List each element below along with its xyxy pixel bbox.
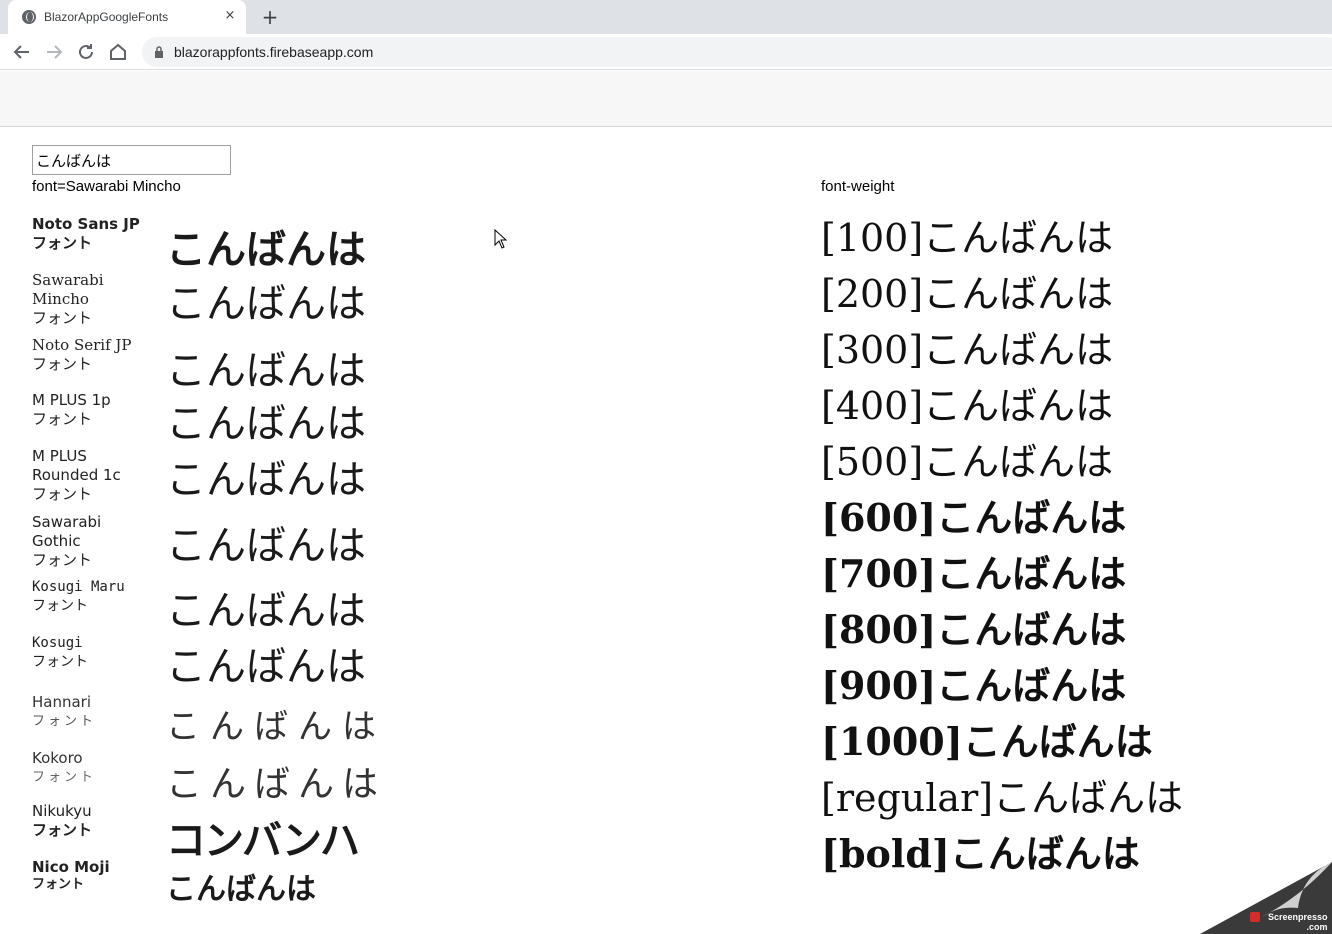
font-sample: こんばんは [166, 281, 366, 327]
font-label: Sawarabi Mincho フォント [32, 271, 122, 328]
font-label: Noto Serif JP フォント [32, 336, 157, 374]
font-label: Noto Sans JP フォント [32, 215, 157, 253]
font-sub: フォント [32, 355, 93, 373]
font-sub: フォント [32, 551, 93, 569]
font-weight-title: font-weight [821, 178, 895, 195]
weight-row-600: [600]こんばんは [821, 495, 1127, 540]
font-name: Hannari [32, 693, 92, 711]
forward-arrow-icon [47, 45, 63, 59]
font-sub: フォント [32, 714, 97, 729]
address-bar[interactable]: blazorappfonts.firebaseapp.com [142, 37, 1332, 67]
font-sample: こんばんは [166, 457, 366, 503]
font-label: M PLUS Rounded 1c フォント [32, 447, 132, 504]
weight-row-200: [200]こんばんは [821, 272, 1114, 316]
weight-row-300: [300]こんばんは [821, 328, 1114, 372]
font-sample: こんばんは [166, 523, 366, 569]
font-label: Kosugi フォント [32, 634, 157, 672]
font-name: Sawarabi Gothic [32, 513, 102, 550]
weight-row-bold: [bold]こんばんは [821, 831, 1140, 876]
font-name: Sawarabi Mincho [32, 271, 104, 308]
font-name: Nikukyu [32, 802, 92, 820]
sample-text-input[interactable] [32, 145, 231, 175]
font-sub: フォント [32, 309, 93, 327]
font-sample: こんばんは [166, 707, 386, 747]
weight-row-1000: [1000]こんばんは [821, 719, 1153, 764]
new-tab-button[interactable]: + [258, 5, 282, 29]
browser-tab[interactable]: BlazorAppGoogleFonts × [8, 0, 246, 34]
url-text: blazorappfonts.firebaseapp.com [174, 44, 374, 60]
reload-button[interactable] [74, 40, 98, 64]
home-icon [110, 43, 126, 60]
font-label: Kokoro フォント [32, 749, 157, 787]
tab-title: BlazorAppGoogleFonts [44, 10, 169, 24]
cursor-icon [494, 229, 508, 249]
home-button[interactable] [106, 40, 130, 64]
tab-strip: BlazorAppGoogleFonts × + [0, 0, 1332, 34]
font-name: Kosugi [32, 635, 83, 651]
screenpresso-line1: Screenpresso [1268, 912, 1328, 922]
main-content: font=Sawarabi Mincho font-weight Noto Sa… [0, 127, 1332, 934]
font-sub: フォント [32, 654, 88, 670]
font-sub: フォント [32, 877, 85, 892]
font-sample: コンバンハ [166, 818, 360, 864]
font-sample: こんばんは [166, 348, 366, 394]
weight-row-100: [100]こんばんは [821, 216, 1114, 260]
font-sub: フォント [32, 821, 93, 839]
screenpresso-line2: .com [1306, 922, 1328, 932]
font-sub: フォント [32, 770, 97, 785]
weight-row-900: [900]こんばんは [821, 663, 1127, 708]
font-label: Nico Moji フォント [32, 858, 157, 894]
browser-toolbar: blazorappfonts.firebaseapp.com [0, 34, 1332, 70]
font-label: M PLUS 1p フォント [32, 391, 157, 429]
font-sub: フォント [32, 410, 93, 428]
selected-font-label: font=Sawarabi Mincho [32, 178, 181, 195]
font-name: M PLUS Rounded 1c [32, 447, 121, 484]
weight-row-500: [500]こんばんは [821, 440, 1114, 484]
close-icon[interactable]: × [222, 8, 238, 24]
font-name: Noto Sans JP [32, 215, 140, 233]
globe-icon [22, 10, 36, 24]
back-arrow-icon [13, 45, 29, 59]
font-name: Kokoro [32, 749, 83, 767]
font-sample: こんばんは [166, 644, 366, 690]
font-label: Sawarabi Gothic フォント [32, 513, 112, 570]
font-sub: フォント [32, 234, 93, 252]
font-name: Nico Moji [32, 858, 110, 876]
forward-button[interactable] [42, 40, 66, 64]
font-sub: フォント [32, 485, 93, 503]
font-sample: こんばんは [166, 227, 366, 273]
font-label: Hannari フォント [32, 693, 157, 731]
font-sample: こんばんは [166, 401, 366, 447]
font-sample: こんばんは [166, 588, 366, 634]
font-sample: こんばんは [166, 764, 387, 805]
weight-row-700: [700]こんばんは [821, 551, 1127, 596]
lock-icon [155, 46, 163, 58]
back-button[interactable] [10, 40, 34, 64]
font-label: Nikukyu フォント [32, 802, 157, 840]
weight-row-800: [800]こんばんは [821, 607, 1127, 652]
app-header [0, 71, 1332, 127]
font-name: Kosugi Maru [32, 579, 125, 595]
font-sample: こんばんは [166, 872, 316, 907]
font-label: Kosugi Maru フォント [32, 578, 157, 616]
font-sub: フォント [32, 598, 88, 614]
weight-row-400: [400]こんばんは [821, 384, 1114, 428]
screenpresso-label: Screenpresso .com [1268, 912, 1328, 932]
reload-icon [79, 44, 93, 59]
font-name: M PLUS 1p [32, 391, 111, 409]
weight-row-regular: [regular]こんばんは [821, 776, 1184, 820]
font-name: Noto Serif JP [32, 336, 132, 354]
